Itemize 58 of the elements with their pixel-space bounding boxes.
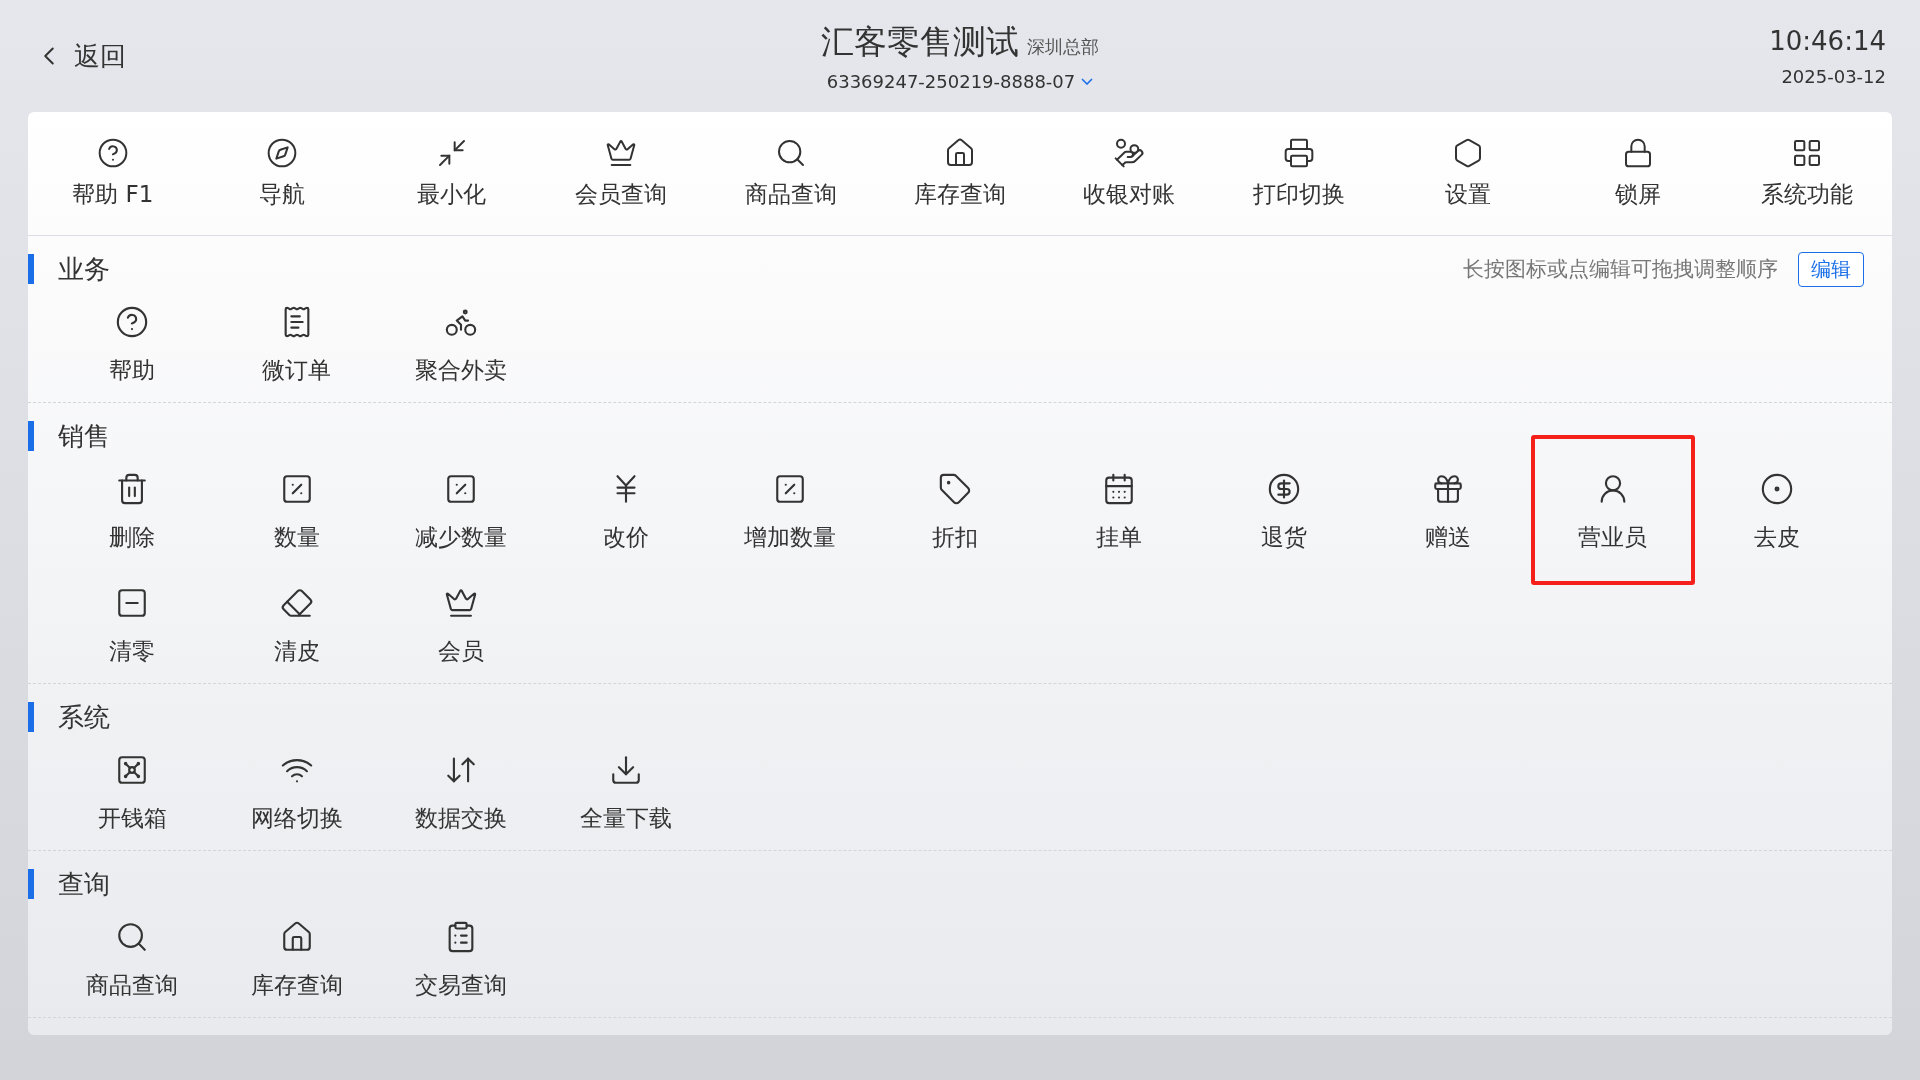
section-title: 销售: [28, 421, 110, 451]
function-button[interactable]: 商品查询: [50, 903, 215, 1017]
function-button[interactable]: 折扣: [872, 455, 1037, 569]
function-button[interactable]: 全量下载: [543, 736, 708, 850]
compass-icon: [266, 137, 299, 169]
hand-coins-icon: [1113, 137, 1146, 169]
function-button[interactable]: 会员: [379, 569, 544, 683]
function-button[interactable]: 赠送: [1366, 455, 1531, 569]
function-button[interactable]: 帮助: [50, 288, 215, 402]
function-button[interactable]: 删除: [50, 455, 215, 569]
toolbar-button[interactable]: 收银对账: [1044, 112, 1215, 235]
function-button[interactable]: 营业员: [1530, 455, 1695, 569]
crown-icon: [605, 137, 638, 169]
edit-button[interactable]: 编辑: [1798, 251, 1864, 287]
function-button[interactable]: 增加数量: [708, 455, 873, 569]
function-button[interactable]: 开钱箱: [50, 736, 215, 850]
toolbar-button[interactable]: 系统功能: [1722, 112, 1892, 235]
function-button[interactable]: 挂单: [1037, 455, 1202, 569]
section-title: 业务: [28, 254, 110, 284]
help-icon: [96, 137, 129, 169]
toolbar-button[interactable]: 商品查询: [705, 112, 876, 235]
function-button[interactable]: 库存查询: [214, 903, 379, 1017]
function-button[interactable]: 改价: [543, 455, 708, 569]
hint-text: 长按图标或点编辑可拖拽调整顺序: [1463, 256, 1778, 283]
function-button[interactable]: 去皮: [1695, 455, 1860, 569]
function-button[interactable]: 数据交换: [379, 736, 544, 850]
clock-date: 2025-03-12: [1781, 65, 1886, 87]
clock-time: 10:46:14: [1769, 25, 1886, 56]
function-button[interactable]: 清零: [50, 569, 215, 683]
store-title: 汇客零售测试: [821, 21, 1019, 63]
section-title: 系统: [28, 702, 110, 732]
tag-icon: [937, 471, 972, 506]
printer-icon: [1282, 137, 1315, 169]
toolbar-button[interactable]: 导航: [197, 112, 367, 235]
terminal-dropdown[interactable]: 63369247-250219-8888-07: [826, 71, 1094, 92]
function-button[interactable]: 减少数量: [379, 455, 544, 569]
function-button[interactable]: 网络切换: [214, 736, 379, 850]
back-button[interactable]: 返回: [28, 38, 132, 74]
toolbar-button[interactable]: 最小化: [366, 112, 537, 235]
chevron-icon: [1081, 78, 1094, 85]
toolbar-button[interactable]: 锁屏: [1553, 112, 1723, 235]
function-button[interactable]: 交易查询: [379, 903, 544, 1017]
circle-icon: [1760, 471, 1795, 506]
function-button[interactable]: 数量: [214, 455, 379, 569]
function-button[interactable]: 聚合外卖: [379, 288, 544, 402]
section-title: 查询: [28, 869, 110, 899]
toolbar-button[interactable]: 帮助 F1: [28, 112, 198, 235]
house-icon: [944, 137, 976, 169]
coin-icon: [1266, 471, 1301, 506]
store-name: 深圳总部: [1027, 35, 1099, 59]
toolbar-button[interactable]: 会员查询: [536, 112, 706, 235]
help-icon: [115, 304, 150, 339]
toolbar-button[interactable]: 库存查询: [875, 112, 1045, 235]
function-button[interactable]: 微订单: [214, 288, 379, 402]
toolbar-button[interactable]: 设置: [1383, 112, 1554, 235]
toolbar-button[interactable]: 打印切换: [1214, 112, 1384, 235]
function-button[interactable]: 清皮: [214, 569, 379, 683]
function-button[interactable]: 退货: [1201, 455, 1366, 569]
